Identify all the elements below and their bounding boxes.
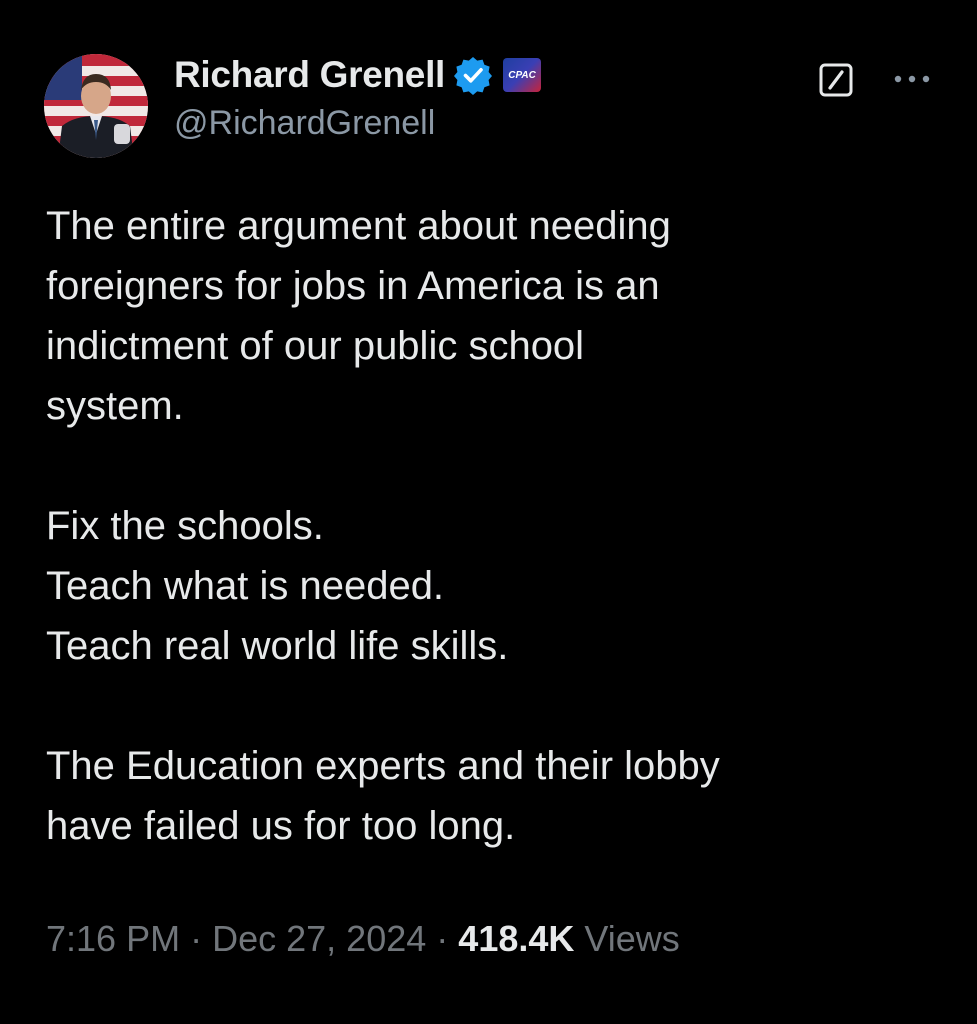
tweet[interactable]: Richard Grenell CPAC @RichardGrenell The… [0, 0, 977, 1024]
tweet-line: system. [46, 384, 184, 428]
more-dots-icon[interactable] [890, 64, 934, 94]
avatar-image [44, 54, 148, 158]
tweet-line: The entire argument about needing [46, 204, 671, 248]
tweet-line: Fix the schools. [46, 504, 324, 548]
avatar[interactable] [44, 54, 148, 158]
tweet-line: The Education experts and their lobby [46, 744, 720, 788]
name-row: Richard Grenell CPAC [174, 50, 542, 100]
views-label: Views [584, 918, 680, 959]
tweet-line: Teach real world life skills. [46, 624, 509, 668]
tweet-text: The entire argument about needing foreig… [46, 196, 946, 856]
tweet-paragraph: The entire argument about needing foreig… [46, 196, 946, 436]
tweet-meta: 7:16 PM · Dec 27, 2024 · 418.4K Views [46, 918, 680, 960]
display-name[interactable]: Richard Grenell [174, 54, 445, 96]
tweet-paragraph: Fix the schools. Teach what is needed. T… [46, 496, 946, 676]
tweet-time[interactable]: 7:16 PM [46, 918, 180, 959]
verified-check-icon[interactable] [453, 55, 493, 95]
tweet-line: have failed us for too long. [46, 804, 516, 848]
meta-separator: · [436, 918, 449, 959]
author-names: Richard Grenell CPAC @RichardGrenell [174, 50, 542, 143]
grok-icon[interactable] [816, 60, 856, 100]
affiliate-badge[interactable]: CPAC [503, 58, 542, 92]
tweet-date[interactable]: Dec 27, 2024 [212, 918, 426, 959]
tweet-line: Teach what is needed. [46, 564, 445, 608]
tweet-paragraph: The Education experts and their lobby ha… [46, 736, 946, 856]
tweet-line: foreigners for jobs in America is an [46, 264, 660, 308]
affiliate-badge-label: CPAC [508, 69, 536, 81]
views-count[interactable]: 418.4K [458, 918, 574, 959]
tweet-header: Richard Grenell CPAC @RichardGrenell [44, 50, 934, 160]
tweet-line: indictment of our public school [46, 324, 585, 368]
handle[interactable]: @RichardGrenell [174, 104, 541, 143]
meta-separator: · [190, 918, 203, 959]
